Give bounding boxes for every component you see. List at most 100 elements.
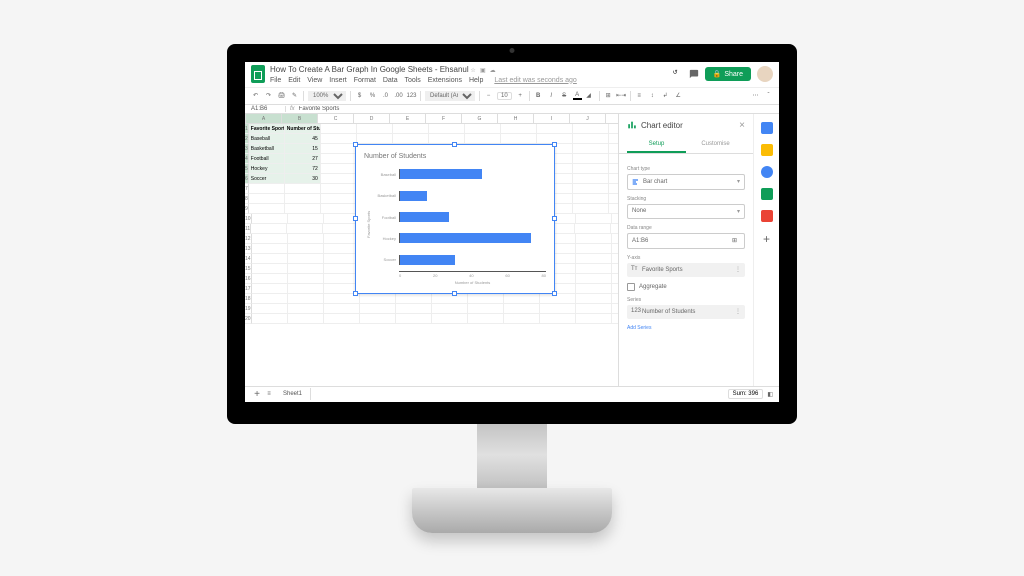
more-icon[interactable]: ⋮ [735, 308, 741, 315]
resize-handle-tm[interactable] [452, 142, 457, 147]
menu-help[interactable]: Help [469, 77, 483, 84]
name-box[interactable]: A1:B6 [251, 106, 286, 112]
share-button[interactable]: 🔒 Share [705, 67, 751, 81]
contacts-icon[interactable] [761, 188, 773, 200]
resize-handle-lm[interactable] [353, 216, 358, 221]
close-icon[interactable]: × [739, 120, 745, 131]
chart-object[interactable]: Number of Students Favorite Sports Baseb… [355, 144, 555, 294]
currency-icon[interactable]: $ [355, 91, 364, 100]
all-sheets-icon[interactable]: ≡ [263, 391, 275, 397]
font-size-value[interactable]: 10 [497, 92, 512, 100]
keep-icon[interactable] [761, 144, 773, 156]
y-axis-chip[interactable]: Tᴛ Favorite Sports ⋮ [627, 263, 745, 277]
menu-format[interactable]: Format [354, 77, 376, 84]
toolbar-collapse-icon[interactable]: ˆ [764, 91, 773, 100]
resize-handle-tr[interactable] [552, 142, 557, 147]
chart-editor-title: Chart editor [641, 121, 739, 130]
wrap-icon[interactable]: ↲ [661, 91, 670, 100]
bold-icon[interactable]: B [534, 91, 543, 100]
last-edit-link[interactable]: Last edit was seconds ago [494, 77, 577, 84]
cloud-status-icon[interactable]: ☁ [490, 67, 498, 75]
maps-icon[interactable] [761, 210, 773, 222]
y-axis-label: Y-axis [627, 255, 745, 261]
chart-y-axis-label: Favorite Sports [364, 164, 371, 285]
toolbar-overflow-icon[interactable]: ⋯ [751, 91, 760, 100]
increase-decimal-icon[interactable]: .00 [394, 91, 403, 100]
resize-handle-bm[interactable] [452, 291, 457, 296]
menu-tools[interactable]: Tools [404, 77, 420, 84]
explore-button[interactable]: ◧ [767, 391, 773, 398]
tasks-icon[interactable] [761, 166, 773, 178]
menu-edit[interactable]: Edit [288, 77, 300, 84]
star-icon[interactable]: ☆ [470, 67, 478, 75]
add-sheet-button[interactable]: + [251, 389, 263, 400]
data-range-label: Data range [627, 225, 745, 231]
menu-view[interactable]: View [307, 77, 322, 84]
tab-customise[interactable]: Customise [686, 137, 745, 153]
text-color-icon[interactable]: A [573, 91, 582, 100]
chart-title: Number of Students [364, 153, 546, 160]
strikethrough-icon[interactable]: S [560, 91, 569, 100]
print-icon[interactable]: 🖨 [277, 91, 286, 100]
fill-color-icon[interactable]: ◢ [586, 91, 595, 100]
zoom-select[interactable]: 100% [308, 91, 346, 101]
series-label: Series [627, 297, 745, 303]
redo-icon[interactable]: ↷ [264, 91, 273, 100]
add-addon-icon[interactable]: + [763, 232, 770, 246]
number-column-icon: 123 [631, 308, 639, 316]
rotate-icon[interactable]: ∠ [674, 91, 683, 100]
sheet-tabs-bar: + ≡ Sheet1 Sum: 396 ◧ [245, 386, 779, 402]
doc-title[interactable]: How To Create A Bar Graph In Google Shee… [270, 65, 469, 74]
calendar-icon[interactable] [761, 122, 773, 134]
font-size-down-icon[interactable]: − [484, 91, 493, 100]
undo-icon[interactable]: ↶ [251, 91, 260, 100]
more-icon[interactable]: ⋮ [735, 266, 741, 273]
resize-handle-bl[interactable] [353, 291, 358, 296]
italic-icon[interactable]: I [547, 91, 556, 100]
merge-icon[interactable]: ⇤⇥ [617, 91, 626, 100]
sheet-tab[interactable]: Sheet1 [275, 388, 311, 400]
resize-handle-rm[interactable] [552, 216, 557, 221]
font-select[interactable]: Default (Ari... [425, 91, 475, 101]
chevron-down-icon: ▾ [737, 178, 740, 185]
menu-extensions[interactable]: Extensions [428, 77, 462, 84]
chart-editor-icon [627, 120, 637, 130]
menu-insert[interactable]: Insert [329, 77, 347, 84]
v-align-icon[interactable]: ↕ [648, 91, 657, 100]
stacking-select[interactable]: None ▾ [627, 204, 745, 219]
add-series-link[interactable]: Add Series [627, 325, 745, 331]
font-size-up-icon[interactable]: + [516, 91, 525, 100]
menu-bar: File Edit View Insert Format Data Tools … [270, 77, 673, 84]
decrease-decimal-icon[interactable]: .0 [381, 91, 390, 100]
percent-icon[interactable]: % [368, 91, 377, 100]
more-formats-icon[interactable]: 123 [407, 91, 416, 100]
aggregate-checkbox[interactable] [627, 283, 635, 291]
resize-handle-tl[interactable] [353, 142, 358, 147]
menu-data[interactable]: Data [383, 77, 398, 84]
comment-icon[interactable] [689, 69, 699, 79]
stacking-label: Stacking [627, 196, 745, 202]
chart-type-label: Chart type [627, 166, 745, 172]
select-range-icon[interactable]: ⊞ [732, 237, 740, 245]
account-avatar[interactable] [757, 66, 773, 82]
fx-icon: fx [290, 106, 295, 112]
app-header: How To Create A Bar Graph In Google Shee… [245, 62, 779, 88]
sheet-area[interactable]: ABCDEFGHIJK1Favorite SportsNumber of Stu… [245, 114, 618, 386]
formula-input[interactable] [299, 106, 773, 112]
sum-display[interactable]: Sum: 396 [728, 389, 764, 399]
history-icon[interactable]: ↺ [673, 69, 683, 79]
h-align-icon[interactable]: ≡ [635, 91, 644, 100]
lock-icon: 🔒 [713, 70, 722, 78]
aggregate-label: Aggregate [639, 284, 667, 290]
sheets-logo-icon[interactable] [251, 65, 265, 83]
menu-file[interactable]: File [270, 77, 281, 84]
move-folder-icon[interactable]: ▣ [480, 67, 488, 75]
chart-type-select[interactable]: Bar chart ▾ [627, 174, 745, 190]
formula-bar: A1:B6 fx [245, 105, 779, 114]
series-chip[interactable]: 123 Number of Students ⋮ [627, 305, 745, 319]
borders-icon[interactable]: ⊞ [604, 91, 613, 100]
tab-setup[interactable]: Setup [627, 137, 686, 153]
paint-format-icon[interactable]: ✎ [290, 91, 299, 100]
resize-handle-br[interactable] [552, 291, 557, 296]
data-range-input[interactable]: A1:B6 ⊞ [627, 233, 745, 249]
